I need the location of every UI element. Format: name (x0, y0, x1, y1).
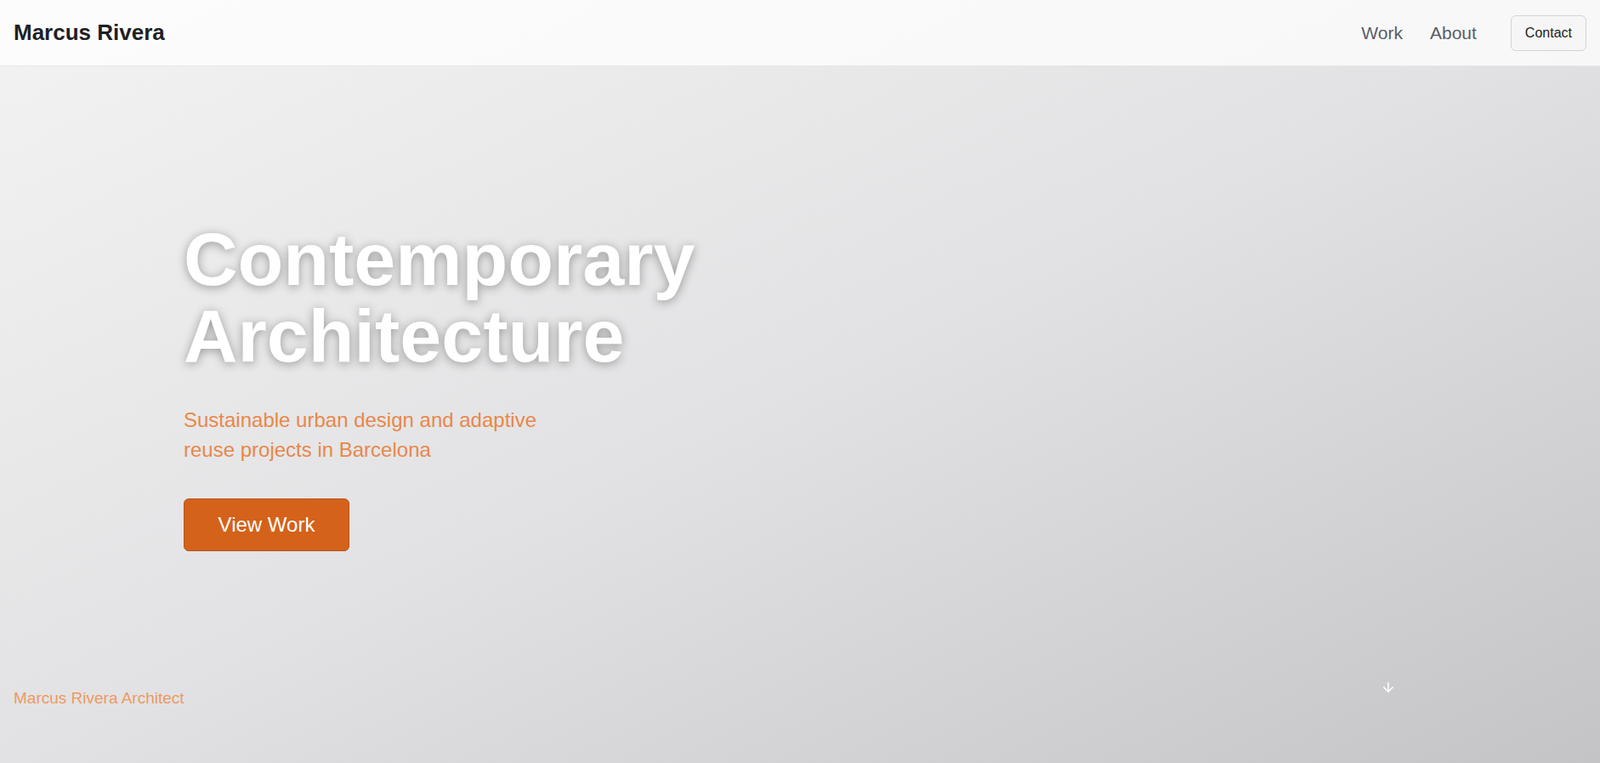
hero-title-line: Contemporary (183, 221, 1600, 298)
site-header: Marcus Rivera Work About Contact (0, 0, 1600, 67)
view-work-button[interactable]: View Work (183, 498, 350, 551)
arrow-down-icon[interactable] (1380, 679, 1396, 695)
nav-link[interactable]: Work (1361, 19, 1403, 47)
hero: ContemporaryArchitecture Sustainable urba… (0, 66, 1600, 680)
hero-title-line: Architecture (183, 297, 1600, 375)
hero-actions: View Work (183, 498, 1600, 551)
main-nav: Work About Contact (1361, 15, 1587, 52)
page: Marcus Rivera Work About Contact Contemporar… (0, 0, 1600, 763)
contact-button[interactable]: Contact (1510, 15, 1587, 52)
nav-link[interactable]: About (1429, 19, 1477, 47)
scroll-down[interactable] (1380, 679, 1396, 695)
hero-title: ContemporaryArchitecture (183, 221, 1600, 375)
footer-caption: Marcus Rivera Architect (13, 686, 185, 711)
hero-footer: Marcus Rivera Architect (0, 679, 1600, 763)
brand-logo[interactable]: Marcus Rivera (13, 16, 165, 50)
hero-subtitle: Sustainable urban design and adaptive re… (183, 404, 584, 465)
